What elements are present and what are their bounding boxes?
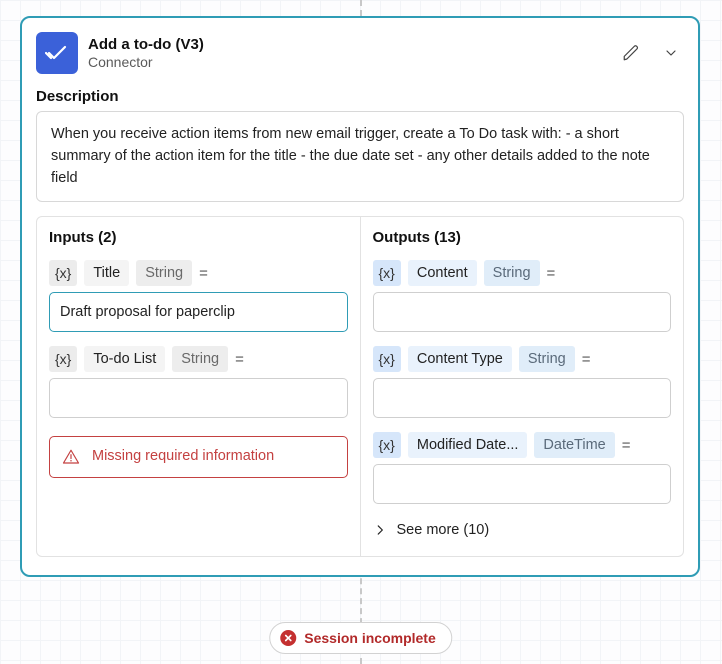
- equals-sign: =: [547, 265, 556, 282]
- output-field-header: {x} Content Type String =: [373, 346, 672, 372]
- variable-icon: {x}: [373, 432, 401, 458]
- card-title: Add a to-do (V3): [88, 36, 204, 54]
- description-text: When you receive action items from new e…: [36, 111, 684, 202]
- field-name: Content: [408, 260, 477, 286]
- todo-app-icon: [36, 32, 78, 74]
- field-type: String: [136, 260, 192, 286]
- edit-button[interactable]: [618, 40, 644, 66]
- pencil-icon: [622, 44, 640, 62]
- see-more-label: See more (10): [397, 522, 490, 538]
- field-type: String: [519, 346, 575, 372]
- title-block: Add a to-do (V3) Connector: [88, 36, 204, 71]
- variable-icon: {x}: [373, 260, 401, 286]
- outputs-column: Outputs (13) {x} Content String = {x} Co…: [361, 217, 684, 556]
- variable-icon: {x}: [49, 346, 77, 372]
- warning-icon: [62, 448, 80, 466]
- chevron-down-icon: [663, 45, 679, 61]
- chevron-right-icon: [373, 523, 387, 537]
- equals-sign: =: [199, 265, 208, 282]
- field-type: String: [484, 260, 540, 286]
- output-value-content-type[interactable]: [373, 378, 672, 418]
- see-more-button[interactable]: See more (10): [373, 522, 672, 538]
- field-name: Content Type: [408, 346, 512, 372]
- action-card: Add a to-do (V3) Connector Description W…: [20, 16, 700, 577]
- equals-sign: =: [582, 351, 591, 368]
- inputs-heading: Inputs (2): [49, 229, 348, 246]
- output-field-header: {x} Content String =: [373, 260, 672, 286]
- field-type: String: [172, 346, 228, 372]
- output-field-header: {x} Modified Date... DateTime =: [373, 432, 672, 458]
- variable-icon: {x}: [373, 346, 401, 372]
- io-container: Inputs (2) {x} Title String = {x} To-do …: [36, 216, 684, 557]
- output-value-content[interactable]: [373, 292, 672, 332]
- session-status-pill[interactable]: Session incomplete: [269, 622, 452, 654]
- equals-sign: =: [622, 437, 631, 454]
- variable-icon: {x}: [49, 260, 77, 286]
- collapse-button[interactable]: [658, 40, 684, 66]
- input-value-todo-list[interactable]: [49, 378, 348, 418]
- field-name: To-do List: [84, 346, 165, 372]
- outputs-heading: Outputs (13): [373, 229, 672, 246]
- input-value-title[interactable]: [49, 292, 348, 332]
- field-type: DateTime: [534, 432, 614, 458]
- input-field-header: {x} Title String =: [49, 260, 348, 286]
- card-subtitle: Connector: [88, 54, 204, 71]
- field-name: Title: [84, 260, 129, 286]
- inputs-column: Inputs (2) {x} Title String = {x} To-do …: [37, 217, 361, 556]
- input-field-header: {x} To-do List String =: [49, 346, 348, 372]
- error-text: Missing required information: [92, 447, 274, 467]
- description-label: Description: [36, 88, 684, 105]
- session-status-text: Session incomplete: [304, 630, 435, 646]
- field-name: Modified Date...: [408, 432, 528, 458]
- error-message: Missing required information: [49, 436, 348, 478]
- output-value-modified-date[interactable]: [373, 464, 672, 504]
- equals-sign: =: [235, 351, 244, 368]
- card-header: Add a to-do (V3) Connector: [36, 32, 684, 74]
- error-dot-icon: [280, 630, 296, 646]
